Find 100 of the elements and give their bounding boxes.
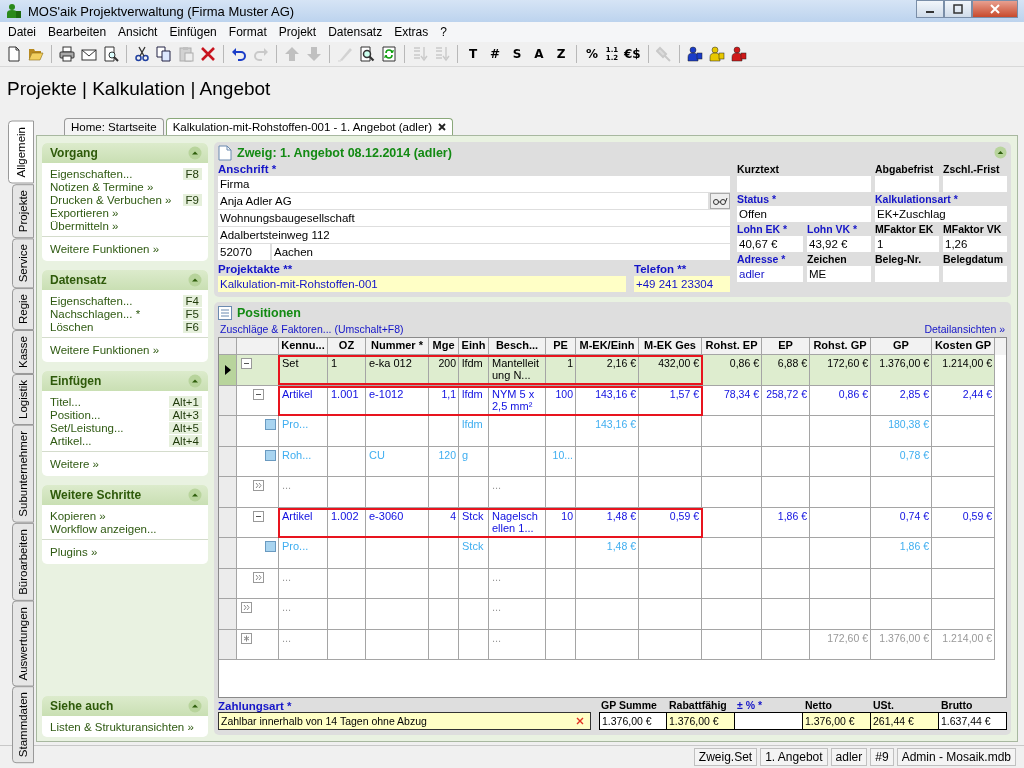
field-label: Beleg-Nr.	[875, 253, 923, 265]
side-tab[interactable]: Büroarbeiten	[12, 522, 34, 601]
side-tab[interactable]: Regie	[12, 288, 34, 331]
column-header[interactable]: Kennu...	[279, 338, 328, 355]
input-field[interactable]: +49 241 23304	[634, 276, 730, 292]
task-link[interactable]: Workflow anzeigen...	[50, 523, 157, 535]
section-title: Datensatz	[50, 273, 107, 287]
task-link[interactable]: Drucken & Verbuchen »	[50, 194, 172, 206]
section-header[interactable]: Einfügen	[42, 371, 208, 391]
toolbar-button[interactable]: €$	[621, 43, 644, 65]
column-header[interactable]: Einh	[459, 338, 489, 355]
address-field[interactable]: Wohnungsbaugesellschaft	[218, 210, 730, 226]
task-link[interactable]: Eigenschaften...	[50, 168, 133, 180]
toolbar-button[interactable]: T	[462, 43, 484, 65]
input-field[interactable]: ME	[807, 266, 871, 282]
side-tab[interactable]: Kasse	[12, 330, 34, 375]
total-field[interactable]: 1.376,00 €	[667, 712, 735, 730]
task-link[interactable]: Weitere »	[50, 458, 200, 470]
panel-title: Positionen	[237, 305, 302, 320]
task-link[interactable]: Löschen	[50, 321, 94, 333]
field-label: USt.	[872, 699, 895, 711]
task-link[interactable]: Notizen & Termine »	[50, 181, 154, 193]
side-tab[interactable]: Allgemein	[8, 121, 34, 184]
toolbar-button[interactable]: A	[528, 43, 550, 65]
side-tab[interactable]: Logistik	[12, 374, 34, 426]
menu-item[interactable]: Einfügen	[163, 25, 223, 39]
document-tab[interactable]: Home: Startseite	[64, 118, 164, 135]
document-tab[interactable]: Kalkulation-mit-Rohstoffen-001 - 1. Angebot (adler)	[165, 118, 453, 135]
input-field[interactable]: Kalkulation-mit-Rohstoffen-001	[218, 276, 626, 292]
task-link[interactable]: Übermitteln »	[50, 220, 119, 232]
side-tab[interactable]: Auswertungen	[12, 600, 34, 687]
table-cell: 6,88 €	[762, 355, 810, 386]
task-link[interactable]: Nachschlagen... *	[50, 308, 141, 320]
field-label: Lohn EK *	[737, 223, 789, 235]
input-field[interactable]: 1,26	[943, 236, 1007, 252]
column-header[interactable]: M-EK/Einh	[576, 338, 639, 355]
task-link[interactable]: Position...	[50, 409, 101, 421]
shortcut-label: F9	[182, 194, 202, 206]
total-field[interactable]: 261,44 €	[871, 712, 939, 730]
address-field[interactable]: Anja Adler AG	[218, 193, 708, 209]
input-field[interactable]: adler	[737, 266, 803, 282]
task-link[interactable]: Kopieren »	[50, 510, 106, 522]
field-label: Adresse *	[737, 253, 787, 265]
section-header[interactable]: Siehe auch	[42, 696, 208, 716]
menu-item[interactable]: Datensatz	[322, 25, 389, 39]
menu-item[interactable]: Datei	[2, 25, 42, 39]
section-header[interactable]: Weitere Schritte	[42, 485, 208, 505]
input-field[interactable]: 43,92 €	[807, 236, 871, 252]
side-tab[interactable]: Subunternehmer	[12, 425, 34, 523]
address-field[interactable]: Firma	[218, 176, 730, 192]
task-link[interactable]: Exportieren »	[50, 207, 119, 219]
total-field[interactable]: 1.376,00 €	[599, 712, 667, 730]
input-field[interactable]: 1	[875, 236, 939, 252]
side-tab[interactable]: Service	[12, 237, 34, 289]
column-header[interactable]: Mge	[429, 338, 459, 355]
task-link[interactable]: Weitere Funktionen »	[50, 344, 200, 356]
menu-item[interactable]: Bearbeiten	[42, 25, 113, 39]
toolbar-button[interactable]: S	[506, 43, 528, 65]
table-cell: ...	[279, 599, 328, 630]
zip-field[interactable]: 52070	[218, 244, 270, 260]
menu-item[interactable]: Projekt	[272, 25, 323, 39]
input-field[interactable]: Offen	[737, 206, 871, 222]
column-header[interactable]: M-EK Ges	[639, 338, 702, 355]
field-label: Projektakte **	[218, 263, 294, 275]
section-header[interactable]: Vorgang	[42, 143, 208, 163]
input-field[interactable]: 40,67 €	[737, 236, 803, 252]
task-link[interactable]: Titel...	[50, 396, 81, 408]
task-link[interactable]: Plugins »	[50, 546, 200, 558]
details-link[interactable]: Detailansichten »	[924, 323, 1005, 335]
window-title: MOS'aik Projektverwaltung (Firma Muster AG)	[28, 3, 296, 19]
toolbar-button[interactable]: %	[581, 43, 603, 65]
task-link[interactable]: Eigenschaften...	[50, 295, 133, 307]
column-header[interactable]: OZ	[328, 338, 366, 355]
address-field[interactable]: Adalbertsteinweg 112	[218, 227, 730, 243]
menu-item[interactable]: Format	[222, 25, 273, 39]
total-field[interactable]: 1.637,44 €	[939, 712, 1007, 730]
payment-field[interactable]: Zahlbar innerhalb von 14 Tagen ohne Abzug	[218, 712, 591, 730]
toolbar-button[interactable]: Z	[550, 43, 572, 65]
surcharges-link[interactable]: Zuschläge & Faktoren... (Umschalt+F8)	[220, 323, 404, 335]
input-field[interactable]: EK+Zuschlag	[875, 206, 1007, 222]
toolbar-button[interactable]: #	[484, 43, 506, 65]
task-link[interactable]: Weitere Funktionen »	[50, 243, 200, 255]
city-field[interactable]: Aachen	[272, 244, 730, 260]
table-cell: 143,16 €	[576, 416, 639, 447]
menu-item[interactable]: Extras	[388, 25, 435, 39]
table-cell: 10	[546, 507, 576, 538]
total-field[interactable]: 1.376,00 €	[803, 712, 871, 730]
task-link[interactable]: Set/Leistung...	[50, 422, 124, 434]
column-header[interactable]: Nummer *	[366, 338, 429, 355]
column-header[interactable]: Besch...	[489, 338, 546, 355]
task-link[interactable]: Artikel...	[50, 435, 92, 447]
menu-item[interactable]: Ansicht	[112, 25, 164, 39]
side-tab[interactable]: Stammdaten	[12, 686, 34, 764]
column-header[interactable]: PE	[546, 338, 576, 355]
menu-item[interactable]: ?	[434, 25, 453, 39]
side-tab[interactable]: Projekte	[12, 183, 34, 238]
panel-title: Zweig: 1. Angebot 08.12.2014 (adler)	[237, 145, 453, 160]
section-header[interactable]: Datensatz	[42, 270, 208, 290]
table-cell: 172,60 €	[810, 629, 871, 660]
task-link[interactable]: Listen & Strukturansichten »	[50, 721, 194, 733]
